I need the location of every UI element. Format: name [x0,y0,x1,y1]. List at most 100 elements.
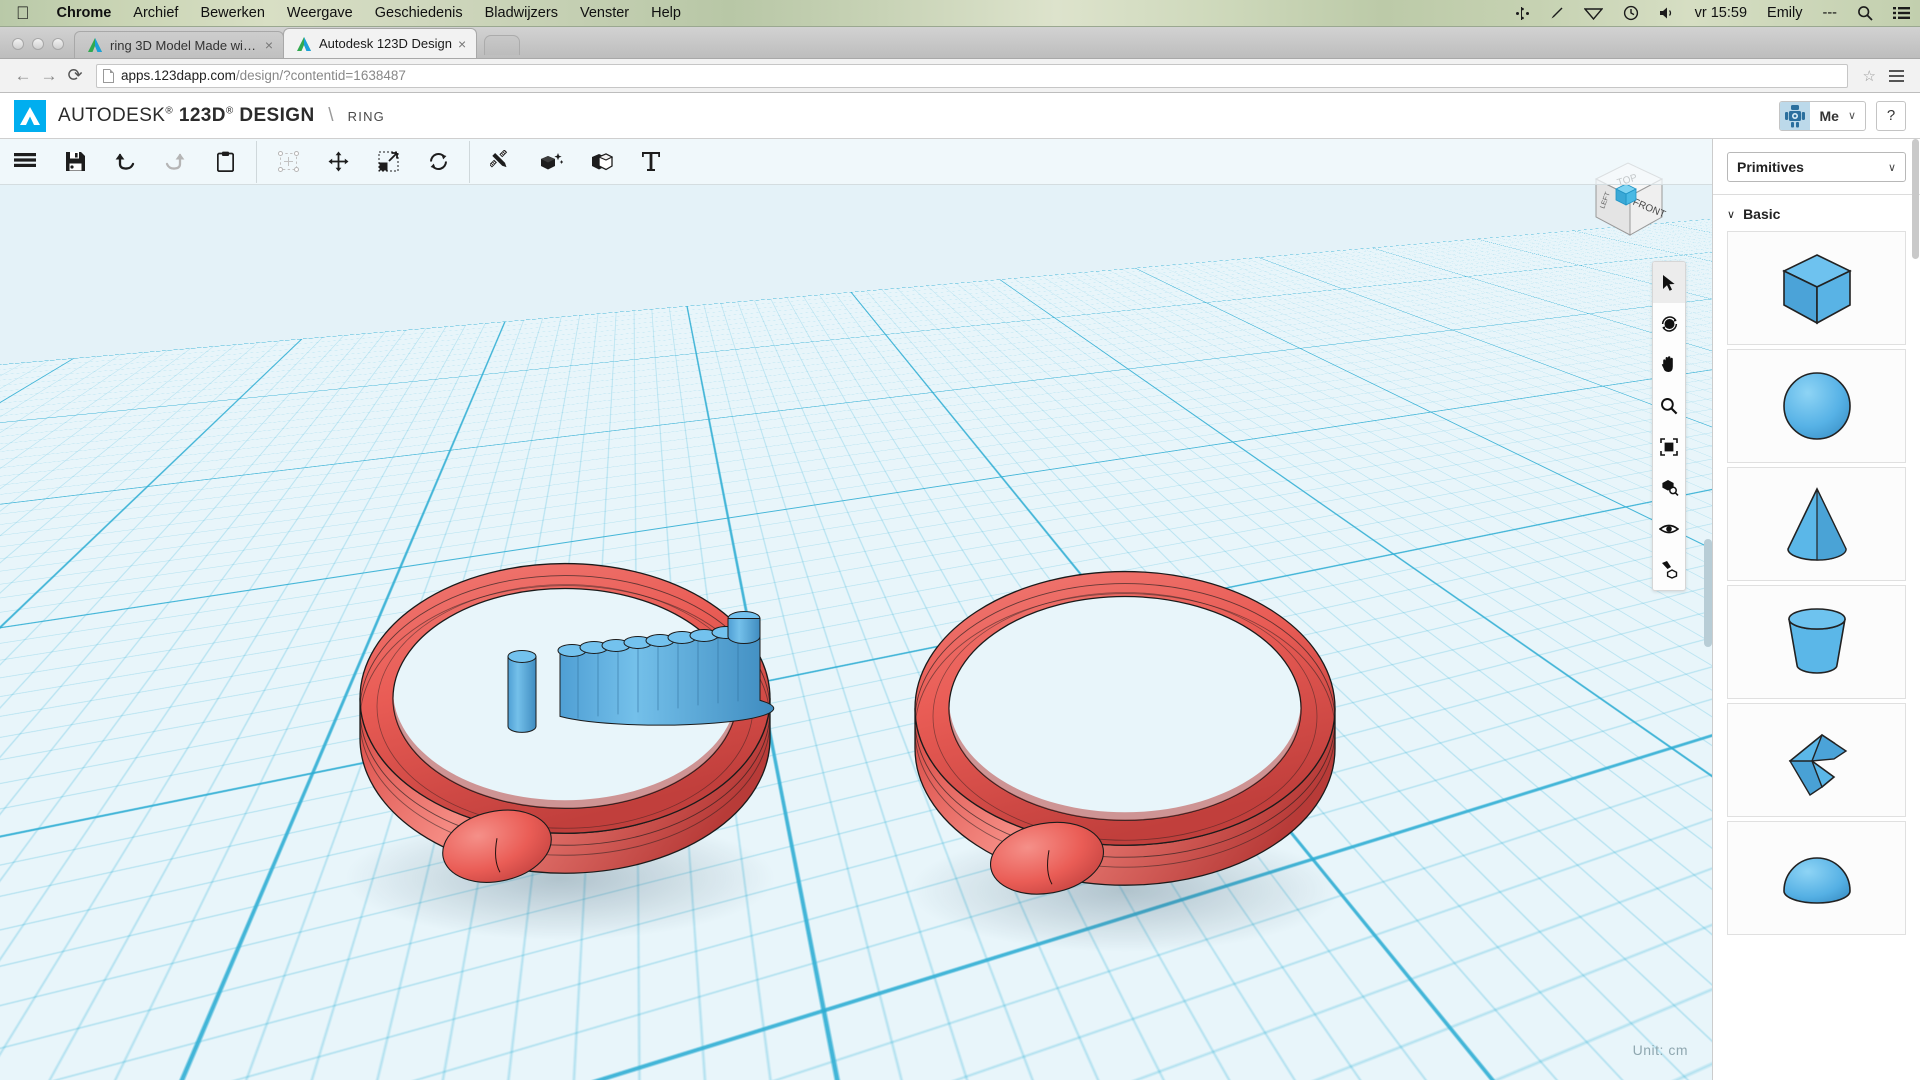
back-button[interactable]: ← [10,63,36,89]
robot-avatar-icon [1780,101,1811,130]
toolbar-separator [256,140,257,183]
chrome-browser-window: ring 3D Model Made with 1 × Autodesk 123… [0,27,1920,1080]
page-info-icon [103,68,114,83]
shape-box[interactable] [1727,231,1906,345]
select-tool[interactable] [1653,262,1685,303]
paste-button[interactable] [200,140,250,184]
zoom-object-tool[interactable] [1653,467,1685,508]
menu-item-geschiedenis[interactable]: Geschiedenis [364,5,474,21]
wifi-icon[interactable] [1574,6,1613,20]
toolbar-separator [469,140,470,183]
viewport-scrollbar[interactable] [1704,539,1712,647]
mac-menu-bar:  Chrome Archief Bewerken Weergave Gesch… [0,0,1920,27]
spotlight-search-icon[interactable] [1847,5,1883,21]
menu-item-bladwijzers[interactable]: Bladwijzers [474,5,569,21]
fit-to-window-tool[interactable] [1653,426,1685,467]
undo-button[interactable] [100,140,150,184]
chrome-menu-icon[interactable] [1883,69,1910,82]
shape-hemisphere[interactable] [1727,821,1906,935]
ring-right[interactable] [910,570,1340,953]
3d-viewport[interactable]: TOP FRONT LEFT [0,139,1712,1080]
reload-button[interactable]: ⟳ [62,63,88,89]
help-button[interactable]: ? [1876,100,1906,131]
browser-tab-2-close-icon[interactable]: × [458,37,466,51]
ring-left[interactable] [345,562,775,941]
page-title: AUTODESK® 123D® DESIGN \ RING [58,105,385,127]
panel-scrollbar[interactable] [1912,139,1919,1080]
rotate-button[interactable] [413,140,463,184]
pan-hand-tool[interactable] [1653,344,1685,385]
menu-item-help[interactable]: Help [640,5,692,21]
panel-category-value: Primitives [1737,159,1804,175]
autodesk-logo-icon[interactable] [14,99,46,132]
forward-button[interactable]: → [36,63,62,89]
app-header: AUTODESK® 123D® DESIGN \ RING Me ∨ ? [0,93,1920,139]
scale-button[interactable] [363,140,413,184]
pen-icon[interactable] [1539,6,1574,21]
new-tab-button[interactable] [484,35,521,55]
orbit-tool[interactable] [1653,303,1685,344]
account-menu-button[interactable]: Me ∨ [1779,100,1866,131]
menu-item-weergave[interactable]: Weergave [276,5,364,21]
address-bar[interactable]: apps.123dapp.com /design/?contentid=1638… [96,63,1848,88]
panel-category-select[interactable]: Primitives ∨ [1727,152,1906,182]
browser-tab-2[interactable]: Autodesk 123D Design × [283,28,478,58]
browser-tab-2-title: Autodesk 123D Design [319,36,452,51]
breadcrumb-separator: \ [328,104,334,126]
eye-visibility-tool[interactable] [1653,508,1685,549]
menubar-extra: --- [1822,5,1838,21]
bookmark-star-icon[interactable]: ☆ [1856,67,1883,85]
close-window-button[interactable] [12,38,24,50]
primitives-button[interactable] [526,140,576,184]
3d-model-ring-assembly[interactable] [0,139,1712,1080]
combine-button[interactable] [576,140,626,184]
volume-icon[interactable] [1649,6,1685,20]
url-path: /design/?contentid=1638487 [235,68,406,83]
move-button[interactable] [313,140,363,184]
text-button[interactable] [626,140,676,184]
brand-prefix: AUTODESK [58,104,166,126]
menu-item-venster[interactable]: Venster [569,5,640,21]
time-machine-icon[interactable] [1613,5,1649,21]
menu-item-chrome[interactable]: Chrome [46,5,123,21]
shape-elbow[interactable] [1727,703,1906,817]
zoom-magnifier-tool[interactable] [1653,385,1685,426]
browser-tab-strip: ring 3D Model Made with 1 × Autodesk 123… [0,27,1920,59]
menu-item-archief[interactable]: Archief [122,5,189,21]
shape-sphere[interactable] [1727,349,1906,463]
brand-sup-1: ® [165,105,174,117]
account-label: Me [1819,107,1839,124]
brand-suffix: DESIGN [239,104,315,126]
menubar-username[interactable]: Emily [1757,5,1812,21]
notification-center-icon[interactable] [1883,6,1920,20]
snap-magnet-tool[interactable] [1653,549,1685,590]
redo-button[interactable] [150,140,200,184]
document-name[interactable]: RING [348,109,385,124]
sketch-button[interactable] [476,140,526,184]
menu-item-bewerken[interactable]: Bewerken [189,5,275,21]
zoom-window-button[interactable] [52,38,64,50]
browser-tab-1[interactable]: ring 3D Model Made with 1 × [74,31,284,58]
unit-label: Unit: cm [1632,1042,1688,1058]
navigation-toolbar [1652,261,1686,591]
apple-logo-icon[interactable]:  [16,4,30,22]
bluetooth-icon[interactable] [1506,6,1539,21]
viewcube-corner-highlight [1615,183,1637,206]
panel-scrollbar-thumb[interactable] [1912,139,1919,259]
shape-cylinder[interactable] [1727,585,1906,699]
autodesk-123d-design-app: AUTODESK® 123D® DESIGN \ RING Me ∨ ? FRO… [0,93,1920,1080]
window-controls [0,38,74,58]
chevron-down-icon: ∨ [1727,208,1736,221]
main-menu-button[interactable] [0,140,50,184]
autodesk-favicon-icon [87,37,103,53]
minimize-window-button[interactable] [32,38,44,50]
panel-section-basic[interactable]: ∨ Basic [1713,195,1920,231]
shape-cone[interactable] [1727,467,1906,581]
cylinder-single[interactable] [507,649,537,733]
browser-tab-1-close-icon[interactable]: × [265,38,273,52]
save-button[interactable] [50,140,100,184]
menubar-clock[interactable]: vr 15:59 [1685,5,1757,21]
transform-button[interactable] [263,140,313,184]
browser-toolbar: ← → ⟳ apps.123dapp.com /design/?contenti… [0,59,1920,93]
chevron-down-icon: ∨ [1887,161,1896,174]
